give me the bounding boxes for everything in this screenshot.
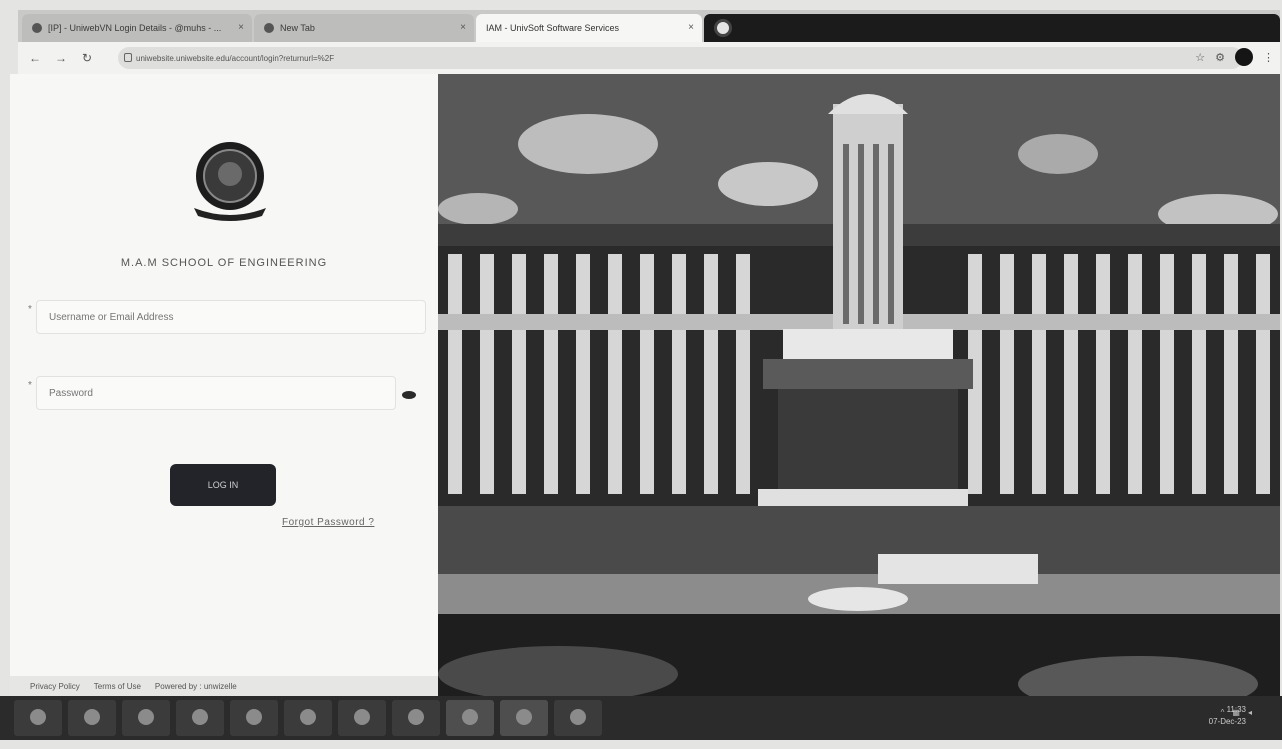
back-arrow-icon[interactable]: ←: [26, 51, 44, 65]
lock-icon: [124, 53, 132, 62]
tab-close-icon[interactable]: ×: [238, 22, 244, 33]
extensions-icon[interactable]: ⚙: [1215, 51, 1225, 64]
institution-name: M.A.M SCHOOL OF ENGINEERING: [120, 257, 328, 269]
tab-close-icon[interactable]: ×: [688, 22, 694, 33]
taskbar-app-icon[interactable]: [230, 700, 278, 736]
taskbar-app-icon[interactable]: [176, 700, 224, 736]
tab-iam-univsoft[interactable]: IAM - UnivSoft Software Services ×: [476, 14, 702, 42]
required-marker: *: [28, 380, 32, 391]
start-button-icon[interactable]: [14, 700, 62, 736]
tab-title: [IP] - UniwebVN Login Details - @muhs - …: [48, 23, 222, 33]
login-footer: Privacy Policy Terms of Use Powered by :…: [10, 676, 438, 696]
os-taskbar: ^ ▦ ◂ 11:33 07-Dec-23: [0, 696, 1282, 740]
tab-favicon-icon: [714, 19, 732, 37]
taskbar-clock[interactable]: 11:33 07-Dec-23: [1209, 704, 1246, 728]
browser-toolbar: ← → ↻ uniwebsite.uniwebsite.edu/account/…: [18, 42, 1280, 74]
login-panel: M.A.M SCHOOL OF ENGINEERING * * LOG IN F…: [10, 74, 438, 696]
login-button[interactable]: LOG IN: [170, 464, 276, 506]
taskbar-app-icon[interactable]: [446, 700, 494, 736]
reload-icon[interactable]: ↻: [78, 51, 96, 65]
taskbar-app-icon[interactable]: [392, 700, 440, 736]
username-input[interactable]: [36, 300, 426, 334]
taskbar-app-icon[interactable]: [122, 700, 170, 736]
clock-date: 07-Dec-23: [1208, 717, 1246, 726]
taskbar-app-icon[interactable]: [338, 700, 386, 736]
address-bar[interactable]: uniwebsite.uniwebsite.edu/account/login?…: [118, 47, 1243, 69]
tab-uniweb-login-details[interactable]: [IP] - UniwebVN Login Details - @muhs - …: [22, 14, 252, 42]
toolbar-actions: ☆ ⚙ ⋮: [1195, 48, 1274, 66]
terms-of-use-link[interactable]: Terms of Use: [94, 682, 141, 691]
show-password-eye-icon[interactable]: [402, 391, 416, 399]
tab-favicon-icon: [32, 23, 42, 33]
campus-building-photo: [438, 74, 1280, 706]
tab-favicon-icon: [264, 23, 274, 33]
taskbar-app-icon[interactable]: [554, 700, 602, 736]
menu-dots-icon[interactable]: ⋮: [1263, 51, 1274, 64]
privacy-policy-link[interactable]: Privacy Policy: [30, 682, 80, 691]
forward-arrow-icon[interactable]: →: [52, 51, 70, 65]
tab-dark-window[interactable]: [704, 14, 1280, 42]
tab-close-icon[interactable]: ×: [460, 22, 466, 33]
volume-icon[interactable]: ◂: [1248, 708, 1252, 717]
tab-new-tab[interactable]: New Tab ×: [254, 14, 474, 42]
forgot-password-link[interactable]: Forgot Password ?: [282, 517, 374, 528]
desktop-screen: [IP] - UniwebVN Login Details - @muhs - …: [0, 0, 1282, 749]
browser-tab-strip: [IP] - UniwebVN Login Details - @muhs - …: [18, 10, 1280, 42]
powered-by-text: Powered by : unwizelle: [154, 681, 237, 691]
clock-time: 11:33: [1226, 705, 1246, 714]
profile-avatar-icon[interactable]: [1235, 48, 1253, 66]
tab-title: IAM - UnivSoft Software Services: [486, 23, 620, 33]
address-url: uniwebsite.uniwebsite.edu/account/login?…: [136, 53, 335, 63]
password-input[interactable]: [36, 376, 396, 410]
tab-title: New Tab: [280, 23, 315, 33]
taskbar-app-icon[interactable]: [68, 700, 116, 736]
institution-logo-icon: [194, 142, 266, 221]
bookmark-star-icon[interactable]: ☆: [1195, 51, 1205, 64]
taskbar-app-icon[interactable]: [284, 700, 332, 736]
taskbar-chrome-icon[interactable]: [500, 700, 548, 736]
required-marker: *: [28, 304, 32, 315]
